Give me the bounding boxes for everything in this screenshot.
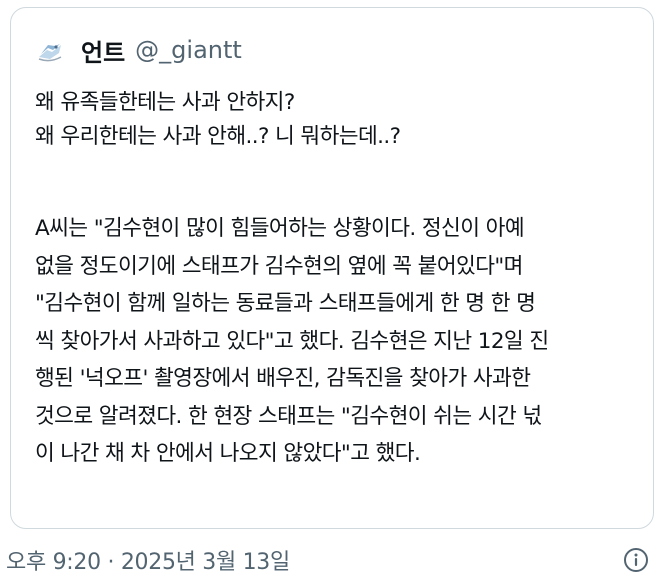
tweet-text-line: 왜 유족들한테는 사과 안하지?	[35, 90, 295, 115]
tweet-text-line: "김수현이 함께 일하는 동료들과 스태프들에게 한 명 한 명	[35, 291, 536, 316]
tweet-text-line: 행된 '넉오프' 촬영장에서 배우진, 감독진을 찾아가 사과한	[35, 366, 531, 391]
author-display-name[interactable]: 언트	[81, 33, 125, 68]
info-icon[interactable]	[622, 546, 650, 574]
bird-avatar-icon[interactable]	[33, 33, 67, 67]
tweet-text-line: 씩 찾아가서 사과하고 있다"고 했다. 김수현은 지난 12일 진	[35, 328, 549, 354]
tweet-text-line: 왜 우리한테는 사과 안해..? 니 뭐하는데..?	[35, 124, 401, 149]
quoted-tweet-text: 왜 유족들한테는 사과 안하지? 왜 우리한테는 사과 안해..? 니 뭐하는데…	[35, 86, 639, 473]
author-handle[interactable]: @_giantt	[135, 36, 242, 64]
tweet-paragraph: A씨는 "김수현이 많이 힘들어하는 상황이다. 정신이 아예 없을 정도이기에…	[35, 210, 639, 473]
tweet-text-line: A씨는 "김수현이 많이 힘들어하는 상황이다. 정신이 아예	[35, 216, 525, 241]
quoted-tweet-card[interactable]: 언트 @_giantt 왜 유족들한테는 사과 안하지? 왜 우리한테는 사과 …	[10, 7, 654, 529]
tweet-timestamp[interactable]: 오후 9:20 · 2025년 3월 13일	[6, 544, 290, 576]
tweet-text-line: 없을 정도이기에 스태프가 김수현의 옆에 꼭 붙어있다"며	[35, 253, 523, 279]
tweet-footer: 오후 9:20 · 2025년 3월 13일	[6, 540, 658, 580]
tweet-text-line: 것으로 알려졌다. 한 현장 스태프는 "김수현이 쉬는 시간 넋	[35, 403, 542, 429]
quoted-tweet-author[interactable]: 언트 @_giantt	[33, 30, 242, 70]
tweet-text-line: 이 나간 채 차 안에서 나오지 않았다"고 했다.	[35, 441, 421, 466]
